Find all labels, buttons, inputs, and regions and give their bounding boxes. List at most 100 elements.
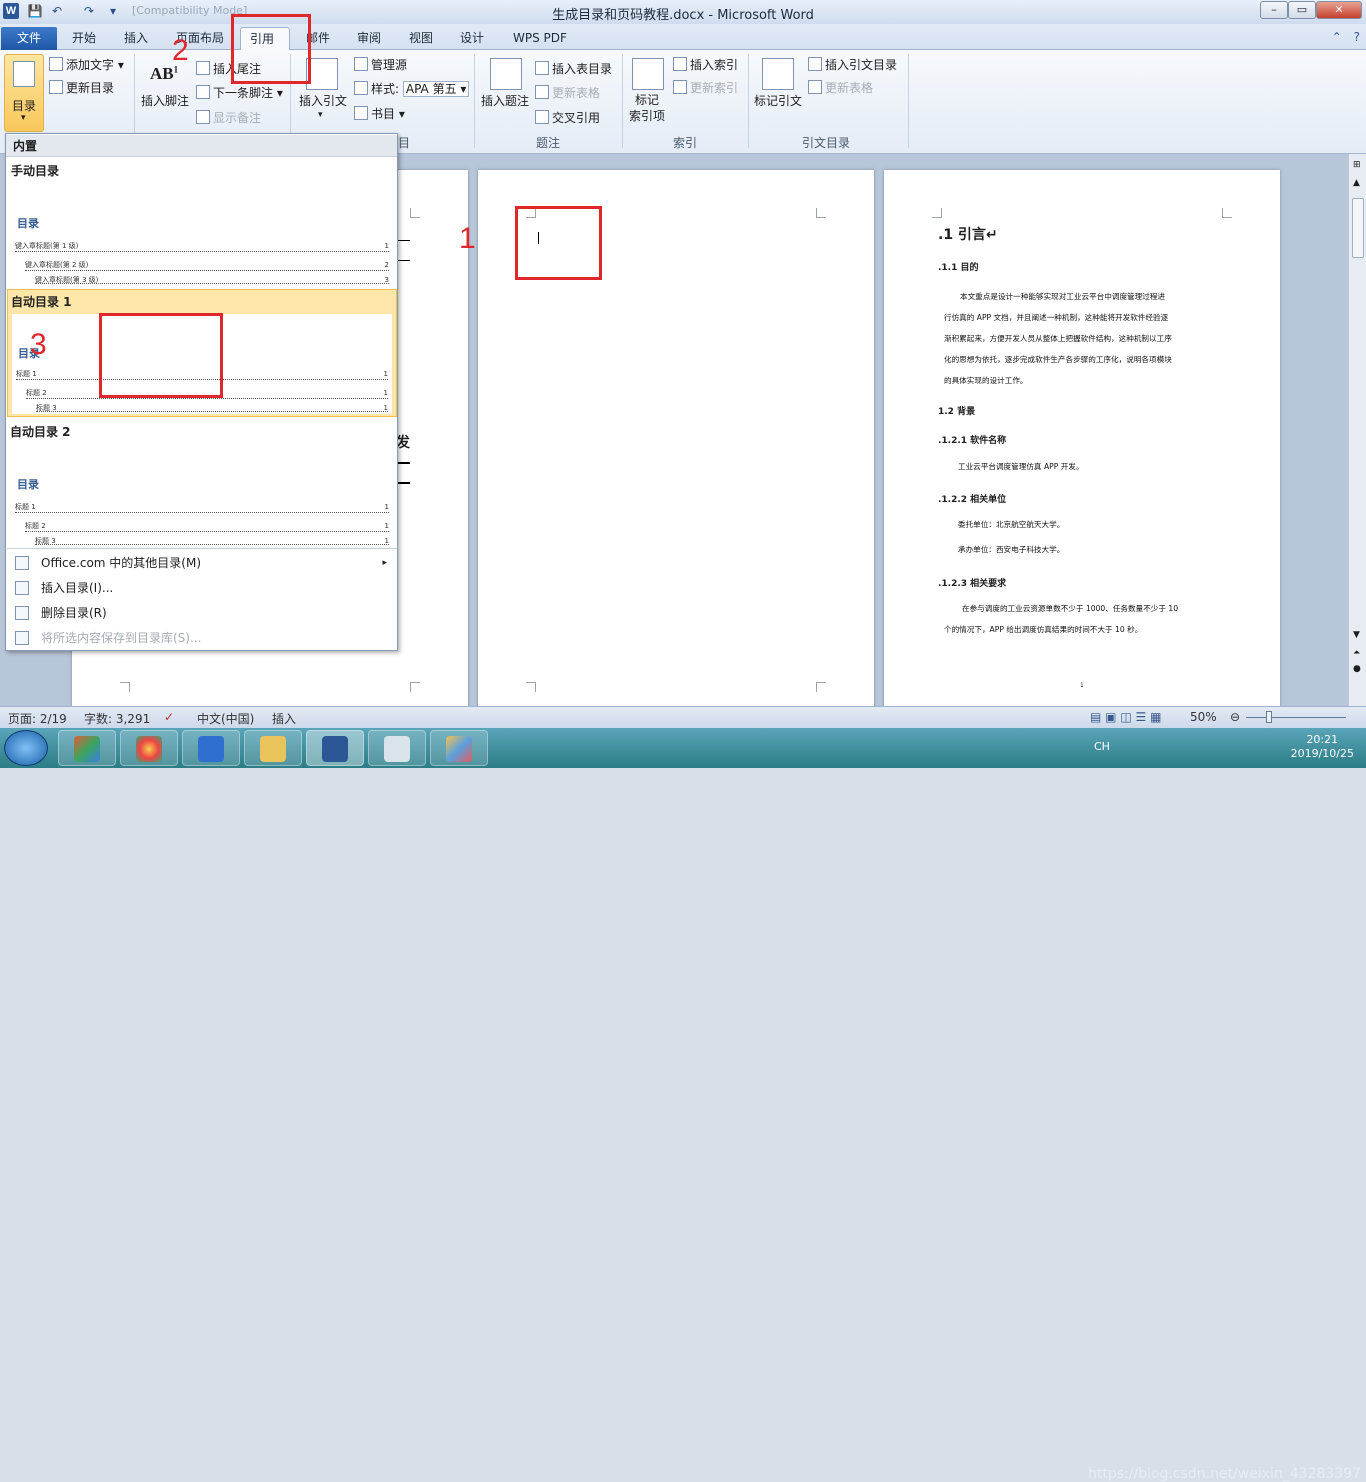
add-text-button[interactable]: 添加文字 ▾ — [49, 56, 124, 73]
language-indicator[interactable]: 中文(中国) — [197, 710, 254, 727]
status-bar: 页面: 2/19 字数: 3,291 ✓ 中文(中国) 插入 ▤ ▣ ◫ ☰ ▦… — [0, 706, 1366, 728]
insert-footnote-button[interactable]: 插入脚注 — [141, 92, 189, 109]
tab-review[interactable]: 审阅 — [348, 27, 390, 50]
style-dropdown[interactable]: APA 第五 ▾ — [402, 81, 470, 97]
previous-page-icon[interactable]: ⏶ — [1353, 648, 1360, 658]
taskbar-app-2[interactable] — [120, 730, 178, 766]
cross-reference-icon — [535, 110, 549, 124]
taskbar-app-1[interactable] — [58, 730, 116, 766]
tab-file[interactable]: 文件 — [1, 27, 57, 50]
zoom-level[interactable]: 50% — [1190, 710, 1217, 724]
maximize-button[interactable]: ▭ — [1288, 1, 1316, 19]
gallery-item-manual-toc[interactable]: 手动目录 目录 键入章标题(第 1 级) 1 键入章标题(第 2 级) 2 键入章标… — [7, 158, 397, 288]
margin-corner — [932, 208, 942, 218]
insert-mode-indicator[interactable]: 插入 — [272, 710, 296, 727]
endnote-icon — [196, 61, 210, 75]
bibliography-button[interactable]: 书目 ▾ — [354, 105, 405, 122]
print-layout-view-icon[interactable]: ▤ — [1090, 710, 1101, 724]
manage-sources-icon — [354, 57, 368, 71]
mark-citation-button[interactable]: 标记引文 — [754, 92, 802, 109]
zoom-out-icon[interactable]: ⊖ — [1230, 710, 1240, 724]
tab-wps-pdf[interactable]: WPS PDF — [504, 27, 576, 50]
help-icon[interactable]: ? — [1354, 30, 1360, 44]
insert-index-icon — [673, 57, 687, 71]
save-selection-to-gallery-menu-item[interactable]: 将所选内容保存到目录库(S)... — [7, 626, 397, 650]
ruler-toggle-icon[interactable]: ⊞ — [1353, 160, 1361, 170]
insert-index-button[interactable]: 插入索引 — [673, 56, 738, 73]
taskbar-word[interactable] — [306, 730, 364, 766]
manage-sources-button[interactable]: 管理源 — [354, 56, 407, 73]
tab-home[interactable]: 开始 — [63, 27, 105, 50]
group-separator — [474, 54, 475, 148]
vertical-scrollbar[interactable]: ⊞ ▲ ▼ ⏶ ● — [1348, 154, 1366, 706]
close-button[interactable]: ✕ — [1316, 1, 1362, 19]
update-table-button[interactable]: 更新表格 — [535, 84, 600, 101]
show-notes-button[interactable]: 显示备注 — [196, 109, 261, 126]
proofing-icon[interactable]: ✓ — [164, 710, 174, 724]
heading-background: 1.2 背景 — [938, 407, 976, 417]
taskbar-wps[interactable] — [182, 730, 240, 766]
input-language[interactable]: CH — [1094, 740, 1110, 753]
start-button[interactable] — [4, 730, 48, 766]
remove-toc-menu-item[interactable]: 删除目录(R) — [7, 601, 397, 625]
text-line — [398, 462, 410, 464]
toc-preview-line: 标题 31 — [36, 404, 388, 412]
annotation-box-auto-toc — [99, 313, 223, 398]
page-number: 1 — [1080, 682, 1084, 689]
taskbar-explorer[interactable] — [244, 730, 302, 766]
insert-citation-button[interactable]: 插入引文 — [299, 92, 347, 109]
remove-toc-icon — [15, 606, 29, 620]
auto-toc-1-title: 自动目录 1 — [11, 295, 72, 309]
zoom-slider[interactable] — [1246, 717, 1346, 718]
tab-view[interactable]: 视图 — [400, 27, 442, 50]
scroll-down-icon[interactable]: ▼ — [1353, 630, 1360, 640]
zoom-slider-thumb[interactable] — [1266, 711, 1272, 723]
margin-corner — [410, 208, 420, 218]
more-toc-from-office-com[interactable]: Office.com 中的其他目录(M) ▸ — [7, 551, 397, 575]
insert-table-of-figures-button[interactable]: 插入表目录 — [535, 60, 612, 77]
style-selector[interactable]: 样式: APA 第五 ▾ — [354, 80, 470, 97]
insert-toc-menu-item[interactable]: 插入目录(I)... — [7, 576, 397, 600]
cross-reference-button[interactable]: 交叉引用 — [535, 109, 600, 126]
update-index-button[interactable]: 更新索引 — [673, 79, 738, 96]
citations-group-label: 目 — [398, 136, 411, 150]
mark-entry-button[interactable]: 标记 索引项 — [629, 92, 665, 124]
browse-object-icon[interactable]: ● — [1353, 664, 1361, 674]
document-page-3[interactable]: .1 引言↵ .1.1 目的 本文重点是设计一种能够实现对工业云平台中调度管理过… — [884, 170, 1280, 710]
web-layout-view-icon[interactable]: ◫ — [1120, 710, 1131, 724]
requirements-paragraph: 在参与调度的工业云资源单数不少于 1000、任务数量不少于 10 个的情况下，A… — [944, 604, 1179, 634]
insert-caption-button[interactable]: 插入题注 — [481, 92, 529, 109]
units-line-1: 委托单位：北京航空航天大学。 — [958, 520, 1065, 529]
outline-view-icon[interactable]: ☰ — [1136, 710, 1147, 724]
update-toa-button[interactable]: 更新表格 — [808, 79, 873, 96]
tab-design[interactable]: 设计 — [451, 27, 493, 50]
gallery-item-auto-toc-2[interactable]: 自动目录 2 目录 标题 11 标题 21 标题 31 — [7, 419, 397, 547]
minimize-button[interactable]: – — [1260, 1, 1288, 19]
toc-button[interactable]: 目录 ▾ — [4, 54, 44, 132]
tab-insert[interactable]: 插入 — [115, 27, 157, 50]
submenu-arrow-icon: ▸ — [382, 558, 387, 568]
insert-toa-button[interactable]: 插入引文目录 — [808, 56, 897, 73]
scrollbar-thumb[interactable] — [1352, 198, 1364, 258]
scroll-up-icon[interactable]: ▲ — [1353, 178, 1360, 188]
group-separator — [622, 54, 623, 148]
heading-units: .1.2.2 相关单位 — [938, 495, 1007, 505]
update-toc-button[interactable]: 更新目录 — [49, 79, 114, 96]
clock[interactable]: 20:21 2019/10/25 — [1291, 733, 1354, 761]
draft-view-icon[interactable]: ▦ — [1150, 710, 1161, 724]
collapse-ribbon-icon[interactable]: ⌃ — [1332, 30, 1342, 44]
word-count[interactable]: 字数: 3,291 — [84, 710, 150, 727]
next-footnote-button[interactable]: 下一条脚注 ▾ — [196, 84, 283, 101]
heading-requirements: .1.2.3 相关要求 — [938, 579, 1007, 589]
next-footnote-icon — [196, 85, 210, 99]
units-line-2: 承办单位：西安电子科技大学。 — [958, 545, 1065, 554]
annotation-number-2: 2 — [172, 34, 189, 67]
taskbar-paint[interactable] — [430, 730, 488, 766]
page-indicator[interactable]: 页面: 2/19 — [8, 710, 67, 727]
text-line — [398, 260, 410, 261]
full-screen-view-icon[interactable]: ▣ — [1105, 710, 1116, 724]
manual-toc-title: 手动目录 — [11, 164, 60, 178]
taskbar-app-6[interactable] — [368, 730, 426, 766]
group-separator — [748, 54, 749, 148]
toc-label: 目录 — [12, 99, 37, 113]
